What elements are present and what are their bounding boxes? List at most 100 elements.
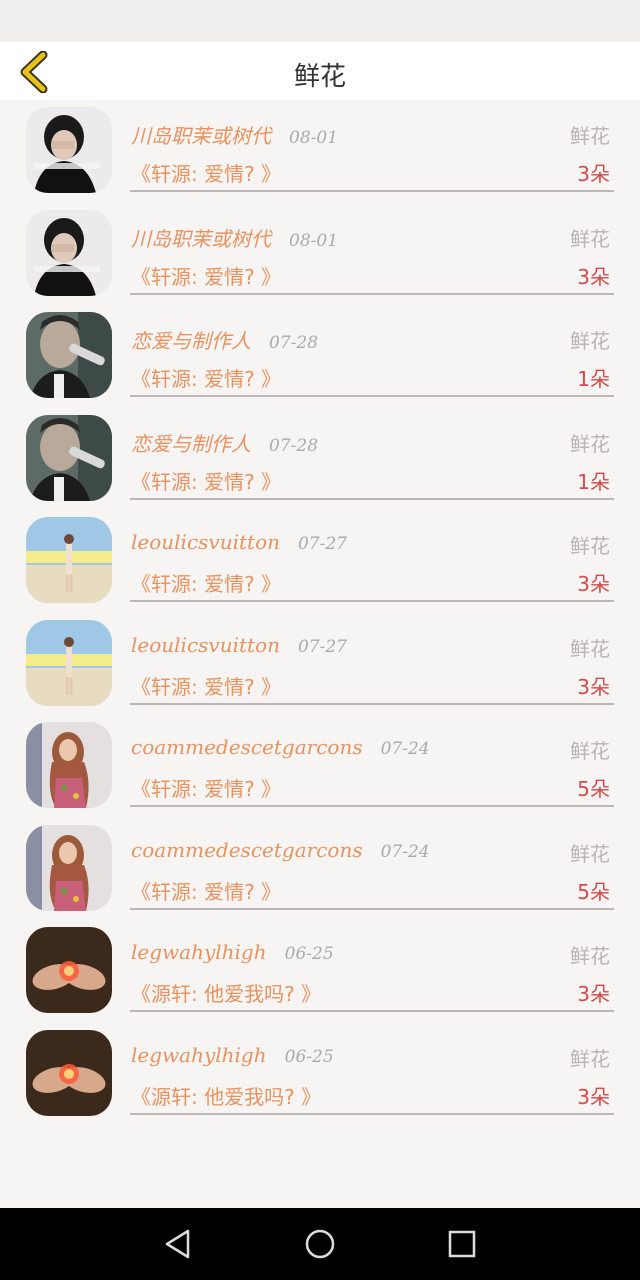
avatar[interactable] [26,824,112,911]
gift-count: 3朵 [577,982,610,1006]
sender-name-text: 川岛职茉或树代 [131,226,271,251]
gift-date: 07-28 [269,333,319,353]
sender-name: leoulicsvuitton 07-27 [131,530,347,554]
sender-name-text: 恋爱与制作人 [131,329,251,353]
gift-type: 鲜花 [570,329,610,353]
list-item[interactable]: leoulicsvuitton 07-27 鲜花《轩源: 爱情? 》 3朵 [0,613,640,716]
gift-message: 《轩源: 爱情? 》 [131,674,282,699]
gift-count: 1朵 [577,367,610,391]
sender-name-text: 恋爱与制作人 [131,431,251,456]
row-divider [130,600,614,602]
sender-name: coammedescetgarcons 07-24 [131,838,430,862]
gift-message: 《源轩: 他爱我吗? 》 [131,982,322,1006]
gift-date: 07-27 [297,636,347,657]
gift-message: 《轩源: 爱情? 》 [131,264,282,289]
gift-date: 06-25 [284,944,334,964]
sender-name-text: 川岛职茉或树代 [131,124,271,148]
list-item[interactable]: 恋爱与制作人 07-28 鲜花《轩源: 爱情? 》 1朵 [0,305,640,408]
gift-type: 鲜花 [570,431,610,456]
list-item[interactable]: 恋爱与制作人 07-28 鲜花《轩源: 爱情? 》 1朵 [0,408,640,511]
gift-message: 《源轩: 他爱我吗? 》 [131,1084,322,1109]
gift-type: 鲜花 [570,944,610,968]
gift-type: 鲜花 [570,124,610,148]
gift-message: 《轩源: 爱情? 》 [131,367,282,391]
row-divider [130,907,614,910]
status-bar [0,0,640,42]
avatar[interactable] [26,619,112,706]
avatar[interactable] [26,414,112,501]
row-divider [130,497,614,500]
row-divider [130,292,614,295]
list-item[interactable]: coammedescetgarcons 07-24 鲜花《轩源: 爱情? 》 5朵 [0,715,640,818]
nav-recent-button[interactable] [442,1224,482,1264]
avatar[interactable] [26,927,112,1013]
gift-type: 鲜花 [570,226,610,251]
sender-name: 恋爱与制作人 07-28 [131,428,318,457]
avatar[interactable] [26,209,112,296]
gift-type: 鲜花 [570,636,610,661]
gift-message: 《轩源: 爱情? 》 [131,572,282,596]
sender-name-text: coammedescetgarcons [131,837,363,862]
gift-date: 06-25 [284,1046,334,1067]
triangle-back-icon [165,1229,190,1259]
avatar[interactable] [26,312,112,398]
square-recent-icon [448,1230,476,1258]
gift-type: 鲜花 [570,1046,610,1071]
gift-count: 1朵 [577,469,610,494]
gift-count: 3朵 [577,1084,610,1109]
sender-name-text: coammedescetgarcons [131,735,363,759]
gift-count: 3朵 [577,162,610,186]
navigation-bar [0,1208,640,1280]
circle-home-icon [305,1229,335,1259]
gift-date: 07-24 [380,739,430,759]
sender-name-text: legwahylhigh [131,940,267,964]
gift-date: 07-24 [380,841,430,862]
row-divider [130,395,614,397]
row-divider [130,702,614,705]
gift-count: 3朵 [577,674,610,699]
page-title: 鲜花 [293,62,346,92]
gift-date: 08-01 [289,128,339,148]
sender-name: 川岛职茉或树代 08-01 [131,120,338,149]
sender-name: coammedescetgarcons 07-24 [131,735,430,759]
list-item[interactable]: legwahylhigh 06-25 鲜花《源轩: 他爱我吗? 》 3朵 [0,1023,640,1126]
avatar[interactable] [26,722,112,808]
gift-type: 鲜花 [570,534,610,558]
list-item[interactable]: leoulicsvuitton 07-27 鲜花《轩源: 爱情? 》 3朵 [0,510,640,613]
gift-date: 08-01 [289,230,339,251]
gift-type: 鲜花 [570,739,610,763]
gift-count: 3朵 [577,264,610,289]
gift-message: 《轩源: 爱情? 》 [131,469,282,494]
gift-message: 《轩源: 爱情? 》 [131,879,282,904]
row-divider [130,1112,614,1115]
sender-name: leoulicsvuitton 07-27 [131,633,347,657]
sender-name: legwahylhigh 06-25 [131,1043,334,1067]
list-item[interactable]: coammedescetgarcons 07-24 鲜花《轩源: 爱情? 》 5朵 [0,818,640,921]
gift-date: 07-28 [269,435,319,456]
sender-name-text: legwahylhigh [131,1042,267,1067]
avatar[interactable] [26,107,112,193]
flower-list: 川岛职茉或树代 08-01 鲜花 《轩源: 爱情? 》 3朵 川岛职茉或树代 08-01 鲜花… [0,100,640,1125]
gift-type: 鲜花 [570,841,610,866]
avatar[interactable] [26,517,112,603]
sender-name-text: leoulicsvuitton [131,632,280,657]
header: 鲜花 [0,42,640,100]
gift-message: 《轩源: 爱情? 》 [131,162,282,186]
row-divider [130,805,614,807]
list-item[interactable]: legwahylhigh 06-25 鲜花《源轩: 他爱我吗? 》 3朵 [0,920,640,1023]
gift-count: 5朵 [577,879,610,904]
gift-message: 《轩源: 爱情? 》 [131,777,282,801]
nav-home-button[interactable] [300,1224,340,1264]
row-divider [130,190,614,192]
list-item[interactable]: 川岛职茉或树代 08-01 鲜花《轩源: 爱情? 》 3朵 [0,100,640,203]
nav-back-button[interactable] [158,1224,198,1264]
gift-count: 5朵 [577,777,610,801]
sender-name-text: leoulicsvuitton [131,530,280,554]
list-item[interactable]: 川岛职茉或树代 08-01 鲜花《轩源: 爱情? 》 3朵 [0,203,640,306]
gift-count: 3朵 [577,572,610,596]
sender-name: legwahylhigh 06-25 [131,940,334,964]
gift-date: 07-27 [297,534,347,554]
sender-name: 川岛职茉或树代 08-01 [131,223,338,252]
avatar[interactable] [26,1029,112,1116]
row-divider [130,1010,614,1012]
